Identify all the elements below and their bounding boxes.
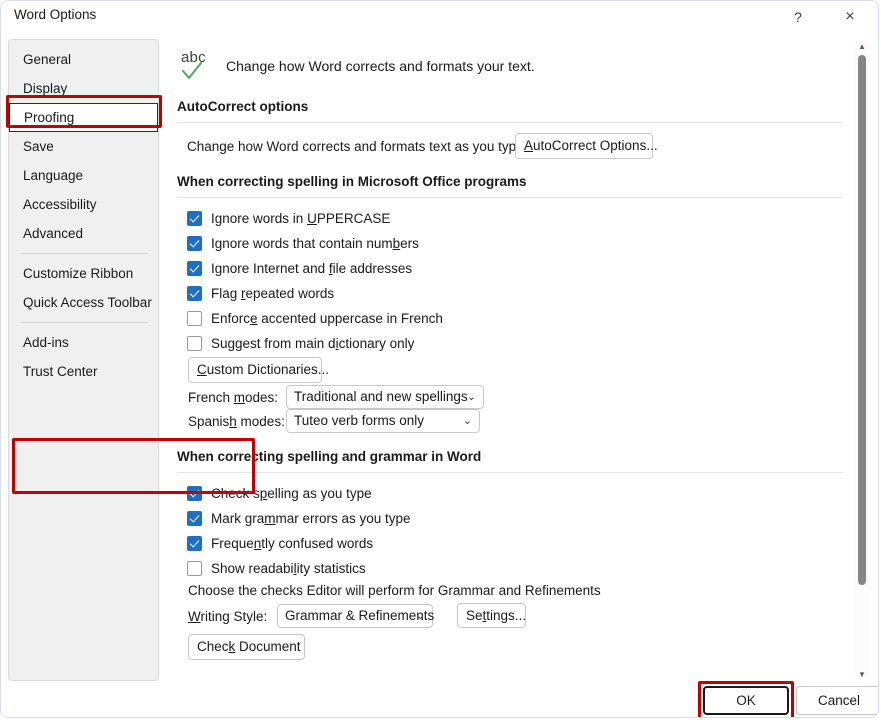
close-button[interactable]: × <box>830 1 870 32</box>
pane-header-text: Change how Word corrects and formats you… <box>226 58 535 74</box>
checkbox-box[interactable] <box>187 236 202 251</box>
cancel-button[interactable]: Cancel <box>796 686 879 715</box>
french-modes-value: Traditional and new spellings <box>294 389 468 404</box>
checkbox-box[interactable] <box>187 536 202 551</box>
checkbox-flag-repeated-words[interactable]: Flag repeated words <box>187 282 334 304</box>
sidebar-item-save[interactable]: Save <box>9 132 158 161</box>
chevron-down-icon: ⌄ <box>467 390 476 403</box>
chevron-down-icon: ⌄ <box>463 414 472 427</box>
chevron-down-icon: ⌄ <box>416 609 425 622</box>
section-title-word-spelling: When correcting spelling and grammar in … <box>177 449 481 464</box>
ok-button[interactable]: OK <box>703 686 789 715</box>
checkbox-label: Ignore words that contain numbers <box>211 236 419 251</box>
sidebar-item-customize-ribbon[interactable]: Customize Ribbon <box>9 259 158 288</box>
checkbox-label: Enforce accented uppercase in French <box>211 311 443 326</box>
check-document-button[interactable]: Check Document <box>188 634 305 660</box>
scroll-up-arrow-icon[interactable]: ▲ <box>854 39 870 53</box>
abc-spellcheck-icon: abc <box>179 49 215 83</box>
checkbox-box[interactable] <box>187 486 202 501</box>
scrollbar-thumb[interactable] <box>858 55 866 585</box>
checkbox-ignore-internet-addresses[interactable]: Ignore Internet and file addresses <box>187 257 412 279</box>
spanish-modes-value: Tuteo verb forms only <box>294 413 424 428</box>
divider-word-spelling <box>177 472 843 473</box>
proofing-pane: abc Change how Word corrects and formats… <box>171 39 843 681</box>
sidebar-item-advanced[interactable]: Advanced <box>9 219 158 248</box>
checkbox-box[interactable] <box>187 261 202 276</box>
sidebar-item-display[interactable]: Display <box>9 74 158 103</box>
spanish-modes-label: Spanish modes: <box>188 414 285 429</box>
french-modes-dropdown[interactable]: Traditional and new spellings ⌄ <box>286 385 484 409</box>
checkbox-label: Check spelling as you type <box>211 486 372 501</box>
sidebar-separator-1 <box>21 253 148 254</box>
abc-icon-text: abc <box>181 49 206 66</box>
category-sidebar: General Display Proofing Save Language A… <box>8 39 159 681</box>
section-title-autocorrect: AutoCorrect options <box>177 99 308 114</box>
checkbox-label: Flag repeated words <box>211 286 334 301</box>
page-title: Word Options <box>14 7 96 22</box>
checkbox-box[interactable] <box>187 286 202 301</box>
autocorrect-row-label: Change how Word corrects and formats tex… <box>187 139 527 154</box>
checkbox-label: Ignore words in UPPERCASE <box>211 211 390 226</box>
checkbox-suggest-main-dictionary[interactable]: Suggest from main dictionary only <box>187 332 414 354</box>
checkbox-ignore-numbers[interactable]: Ignore words that contain numbers <box>187 232 419 254</box>
divider-office-spelling <box>177 197 843 198</box>
sidebar-item-proofing[interactable]: Proofing <box>9 103 158 132</box>
grammar-settings-button[interactable]: Settings... <box>457 603 526 628</box>
title-bar: Word Options ? × <box>1 1 879 32</box>
checkbox-box[interactable] <box>187 561 202 576</box>
word-options-dialog: Word Options ? × General Display Proofin… <box>0 0 879 718</box>
checkbox-box[interactable] <box>187 311 202 326</box>
spanish-modes-dropdown[interactable]: Tuteo verb forms only ⌄ <box>286 409 480 433</box>
sidebar-item-quick-access-toolbar[interactable]: Quick Access Toolbar <box>9 288 158 317</box>
scroll-down-arrow-icon[interactable]: ▼ <box>854 667 870 681</box>
sidebar-separator-2 <box>21 322 148 323</box>
help-button[interactable]: ? <box>778 1 818 32</box>
checkbox-label: Ignore Internet and file addresses <box>211 261 412 276</box>
french-modes-label: French modes: <box>188 390 278 405</box>
checkbox-label: Frequently confused words <box>211 536 373 551</box>
checkbox-label: Suggest from main dictionary only <box>211 336 414 351</box>
sidebar-item-accessibility[interactable]: Accessibility <box>9 190 158 219</box>
divider-autocorrect <box>177 122 843 123</box>
editor-checks-note: Choose the checks Editor will perform fo… <box>188 583 601 598</box>
section-title-office-spelling: When correcting spelling in Microsoft Of… <box>177 174 527 189</box>
sidebar-item-trust-center[interactable]: Trust Center <box>9 357 158 386</box>
checkbox-label: Mark grammar errors as you type <box>211 511 411 526</box>
checkbox-ignore-uppercase[interactable]: Ignore words in UPPERCASE <box>187 207 390 229</box>
sidebar-item-add-ins[interactable]: Add-ins <box>9 328 158 357</box>
sidebar-item-general[interactable]: General <box>9 45 158 74</box>
writing-style-dropdown[interactable]: Grammar & Refinements ⌄ <box>277 604 433 628</box>
writing-style-value: Grammar & Refinements <box>285 608 434 623</box>
checkbox-show-readability-statistics[interactable]: Show readability statistics <box>187 557 366 579</box>
custom-dictionaries-button[interactable]: Custom Dictionaries... <box>188 357 322 383</box>
checkbox-box[interactable] <box>187 211 202 226</box>
checkbox-enforce-accented-uppercase[interactable]: Enforce accented uppercase in French <box>187 307 443 329</box>
writing-style-label: Writing Style: <box>188 609 267 624</box>
checkbox-mark-grammar-errors[interactable]: Mark grammar errors as you type <box>187 507 411 529</box>
checkbox-check-spelling-as-you-type[interactable]: Check spelling as you type <box>187 482 372 504</box>
pane-header: abc Change how Word corrects and formats… <box>179 49 535 83</box>
checkbox-box[interactable] <box>187 336 202 351</box>
checkbox-frequently-confused-words[interactable]: Frequently confused words <box>187 532 373 554</box>
sidebar-item-language[interactable]: Language <box>9 161 158 190</box>
checkbox-box[interactable] <box>187 511 202 526</box>
content-scrollbar[interactable]: ▲ ▼ <box>854 39 870 681</box>
checkbox-label: Show readability statistics <box>211 561 366 576</box>
autocorrect-options-button[interactable]: AutoCorrect Options... <box>515 133 653 159</box>
